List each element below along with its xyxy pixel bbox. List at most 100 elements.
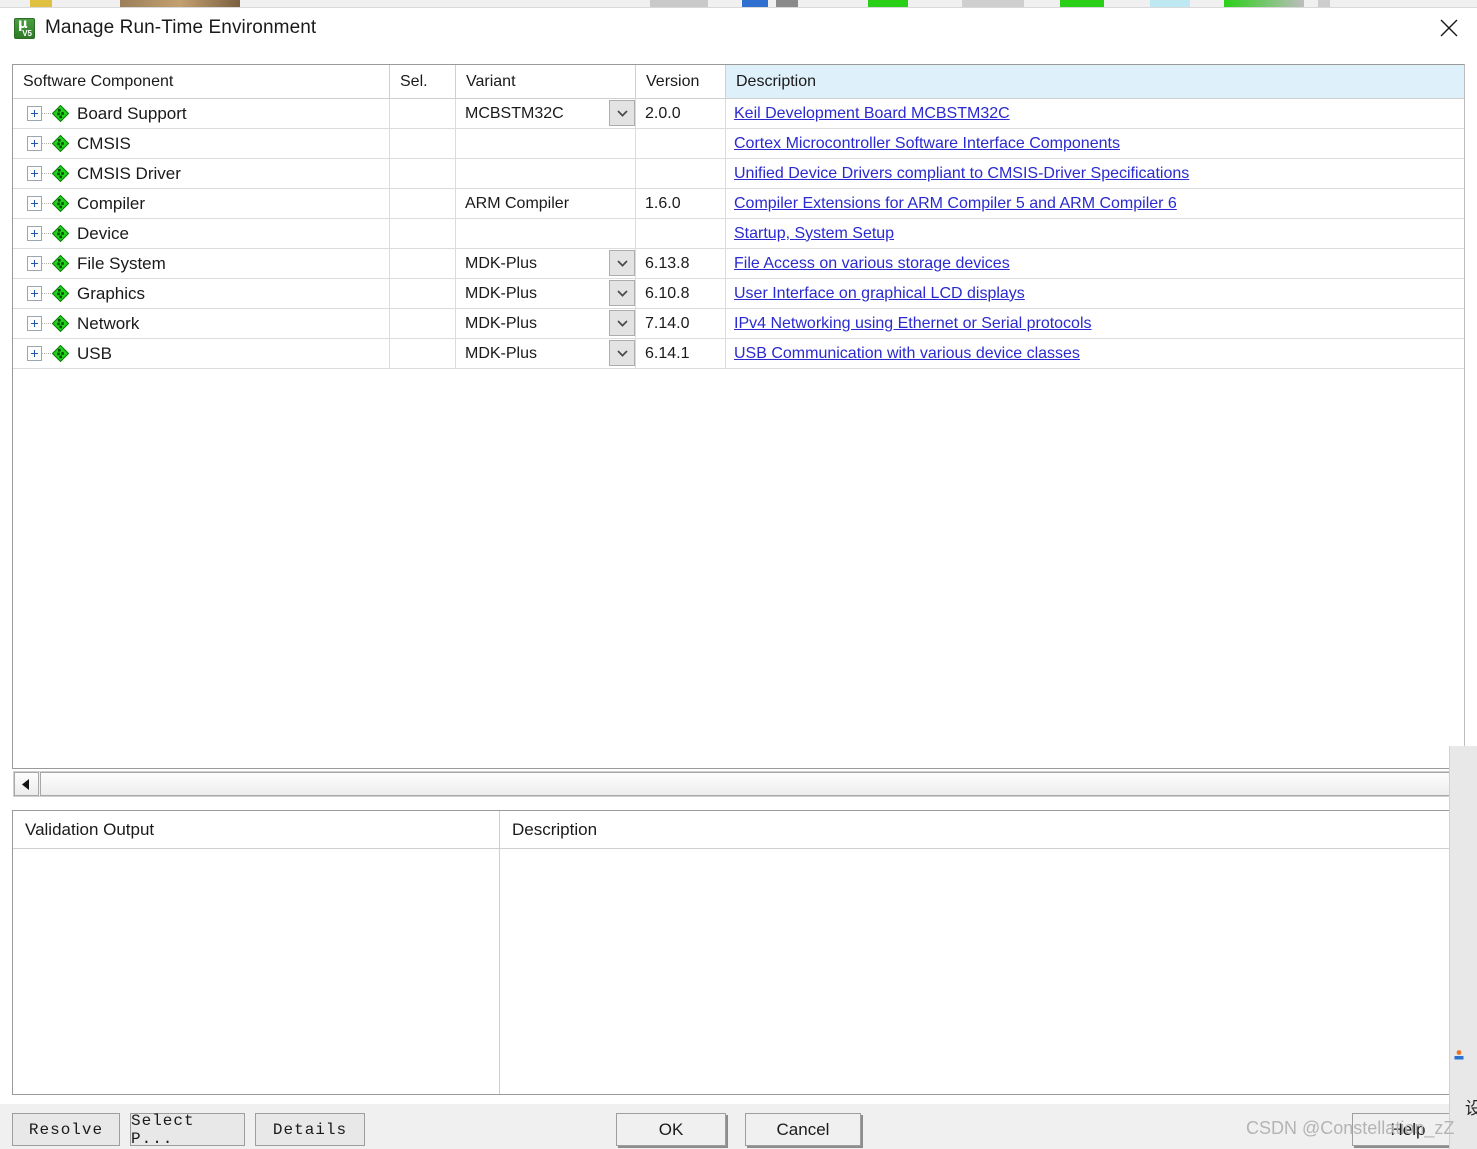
cell-sel[interactable] xyxy=(390,129,456,158)
cell-sel[interactable] xyxy=(390,189,456,218)
tree-item[interactable]: Device xyxy=(27,219,129,248)
cell-sel[interactable] xyxy=(390,309,456,338)
column-header-version[interactable]: Version xyxy=(636,65,726,98)
component-diamond-icon xyxy=(52,225,69,242)
variant-select[interactable] xyxy=(465,159,635,188)
cell-variant[interactable] xyxy=(456,159,636,188)
description-link[interactable]: IPv4 Networking using Ethernet or Serial… xyxy=(734,315,1092,333)
description-link[interactable]: USB Communication with various device cl… xyxy=(734,345,1080,363)
tree-item[interactable]: Network xyxy=(27,309,139,338)
variant-select[interactable] xyxy=(465,219,635,248)
cell-variant[interactable]: MCBSTM32C xyxy=(456,99,636,128)
variant-select[interactable] xyxy=(465,129,635,158)
expand-plus-icon[interactable] xyxy=(27,136,42,151)
variant-select[interactable]: MCBSTM32C xyxy=(465,99,635,128)
horizontal-scrollbar[interactable] xyxy=(13,771,1453,797)
cell-variant[interactable] xyxy=(456,219,636,248)
description-link[interactable]: Cortex Microcontroller Software Interfac… xyxy=(734,135,1120,153)
cell-version: 6.13.8 xyxy=(636,249,726,278)
column-header-validation-description[interactable]: Description xyxy=(500,811,1464,848)
scrollbar-thumb[interactable] xyxy=(40,772,1451,796)
tree-item-label: CMSIS xyxy=(77,133,131,153)
cell-variant[interactable]: MDK-Plus xyxy=(456,339,636,368)
cell-sel[interactable] xyxy=(390,159,456,188)
help-button[interactable]: Help xyxy=(1352,1113,1464,1146)
details-button[interactable]: Details xyxy=(255,1113,365,1146)
table-row[interactable]: File System MDK-Plus 6.13.8 File Access on … xyxy=(13,249,1464,279)
tree-connector-line xyxy=(42,293,52,294)
variant-select[interactable]: MDK-Plus xyxy=(465,249,635,278)
column-header-software-component[interactable]: Software Component xyxy=(13,65,390,98)
column-header-validation-output[interactable]: Validation Output xyxy=(13,811,500,848)
description-link[interactable]: Compiler Extensions for ARM Compiler 5 a… xyxy=(734,195,1177,213)
cancel-button[interactable]: Cancel xyxy=(745,1113,861,1146)
tree-item[interactable]: USB xyxy=(27,339,112,368)
tree-item[interactable]: Board Support xyxy=(27,99,187,128)
scroll-left-arrow-icon[interactable] xyxy=(14,772,39,796)
description-link[interactable]: Unified Device Drivers compliant to CMSI… xyxy=(734,165,1189,183)
table-row[interactable]: Compiler ARM Compiler 1.6.0 Compiler Extens… xyxy=(13,189,1464,219)
cell-variant[interactable]: ARM Compiler xyxy=(456,189,636,218)
table-row[interactable]: USB MDK-Plus 6.14.1 USB Communication with … xyxy=(13,339,1464,369)
expand-plus-icon[interactable] xyxy=(27,226,42,241)
cell-software-component: Compiler xyxy=(13,189,390,218)
table-row[interactable]: CMSIS Cortex Microcontroller Software Int… xyxy=(13,129,1464,159)
toolbar-icon-3 xyxy=(650,0,708,7)
cell-sel[interactable] xyxy=(390,339,456,368)
table-row[interactable]: Graphics MDK-Plus 6.10.8 User Interface on … xyxy=(13,279,1464,309)
cell-variant[interactable] xyxy=(456,129,636,158)
cell-description: Startup, System Setup xyxy=(726,219,1464,248)
tree-connector-line xyxy=(42,233,52,234)
variant-select[interactable]: MDK-Plus xyxy=(465,279,635,308)
chevron-down-icon[interactable] xyxy=(609,100,635,126)
tree-item[interactable]: Compiler xyxy=(27,189,145,218)
tree-item[interactable]: CMSIS xyxy=(27,129,131,158)
expand-plus-icon[interactable] xyxy=(27,256,42,271)
table-row[interactable]: Board Support MCBSTM32C 2.0.0 Keil Developm… xyxy=(13,99,1464,129)
tree-item[interactable]: File System xyxy=(27,249,166,278)
cell-variant[interactable]: MDK-Plus xyxy=(456,249,636,278)
cell-sel[interactable] xyxy=(390,249,456,278)
cell-variant[interactable]: MDK-Plus xyxy=(456,279,636,308)
background-window-edge xyxy=(1449,746,1477,1149)
tree-item[interactable]: CMSIS Driver xyxy=(27,159,181,188)
resolve-button[interactable]: Resolve xyxy=(12,1113,120,1146)
close-icon[interactable] xyxy=(1421,8,1477,48)
cell-sel[interactable] xyxy=(390,279,456,308)
column-header-description[interactable]: Description xyxy=(726,65,1464,98)
cell-sel[interactable] xyxy=(390,99,456,128)
description-link[interactable]: User Interface on graphical LCD displays xyxy=(734,285,1025,303)
description-link[interactable]: Keil Development Board MCBSTM32C xyxy=(734,105,1010,123)
variant-select[interactable]: MDK-Plus xyxy=(465,309,635,338)
dialog-button-bar: Resolve Select P... Details OK Cancel He… xyxy=(0,1104,1477,1149)
cell-sel[interactable] xyxy=(390,219,456,248)
cell-description: Keil Development Board MCBSTM32C xyxy=(726,99,1464,128)
cell-version: 6.10.8 xyxy=(636,279,726,308)
expand-plus-icon[interactable] xyxy=(27,196,42,211)
select-packs-button[interactable]: Select P... xyxy=(130,1112,245,1148)
expand-plus-icon[interactable] xyxy=(27,346,42,361)
table-row[interactable]: Network MDK-Plus 7.14.0 IPv4 Networking usi… xyxy=(13,309,1464,339)
toolbar-icon-5 xyxy=(776,0,798,7)
chevron-down-icon[interactable] xyxy=(609,340,635,366)
cell-variant[interactable]: MDK-Plus xyxy=(456,309,636,338)
chevron-down-icon[interactable] xyxy=(609,280,635,306)
chevron-down-icon[interactable] xyxy=(609,310,635,336)
description-link[interactable]: Startup, System Setup xyxy=(734,225,894,243)
description-link[interactable]: File Access on various storage devices xyxy=(734,255,1010,273)
variant-select[interactable]: ARM Compiler xyxy=(465,189,635,218)
column-header-variant[interactable]: Variant xyxy=(456,65,636,98)
variant-select[interactable]: MDK-Plus xyxy=(465,339,635,368)
ok-button[interactable]: OK xyxy=(616,1113,726,1146)
table-row[interactable]: CMSIS Driver Unified Device Drivers compl… xyxy=(13,159,1464,189)
cell-version xyxy=(636,159,726,188)
expand-plus-icon[interactable] xyxy=(27,316,42,331)
column-header-sel[interactable]: Sel. xyxy=(390,65,456,98)
expand-plus-icon[interactable] xyxy=(27,286,42,301)
tree-item-label: Board Support xyxy=(77,103,187,123)
tree-item[interactable]: Graphics xyxy=(27,279,145,308)
expand-plus-icon[interactable] xyxy=(27,166,42,181)
expand-plus-icon[interactable] xyxy=(27,106,42,121)
table-row[interactable]: Device Startup, System Setup xyxy=(13,219,1464,249)
chevron-down-icon[interactable] xyxy=(609,250,635,276)
